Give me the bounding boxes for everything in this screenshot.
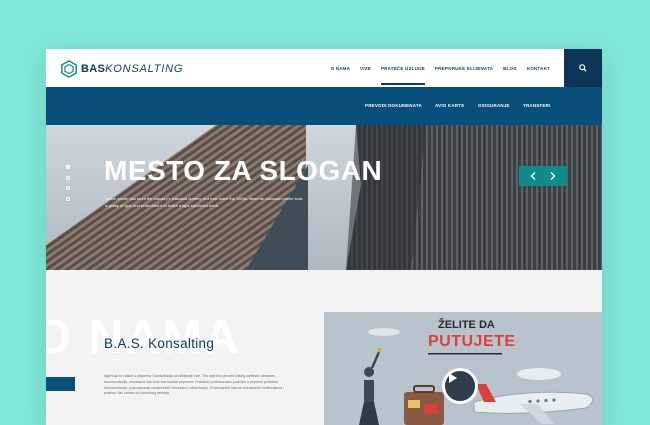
logo-text-bold: BAS [81,63,106,75]
nav-item-blog[interactable]: BLOG [503,66,517,71]
hero-slider: MESTO ZA SLOGAN Lorem Ipsum has been the… [46,125,602,270]
hero-text: Lorem Ipsum has been the industry's stan… [105,196,303,208]
slider-prev-button[interactable] [525,168,541,184]
about-title: B.A.S. Konsalting [104,336,215,351]
main-navigation: O NAMA VIZE PRATEĆE USLUGE PREPORUKE KLI… [321,66,550,85]
slider-arrows [519,166,567,186]
decorative-teal-block [46,377,75,391]
slider-next-button[interactable] [545,168,561,184]
slider-dots [66,165,70,207]
media-heading-line1: ŽELITE DA [438,319,495,331]
submenu-osiguranje[interactable]: OSIGURANJE [478,103,510,108]
nav-item-preporuke[interactable]: PREPORUKE KLIJENATA [435,66,493,71]
nav-item-o-nama[interactable]: O NAMA [331,66,350,71]
slider-dot-1[interactable] [66,165,70,169]
submenu-prevodi[interactable]: PREVODI DOKUMENATA [365,103,422,108]
logo[interactable]: BAS KONSALTING [60,60,183,78]
logo-hexagon-icon [61,60,77,78]
play-button[interactable] [442,368,478,404]
video-thumbnail[interactable]: ŽELITE DA PUTUJETE [324,312,602,425]
nav-item-vize[interactable]: VIZE [360,66,371,71]
browser-frame: BAS KONSALTING O NAMA VIZE PRATEĆE USLUG… [46,49,602,425]
submenu-bar: PREVODI DOKUMENATA AVIO KARTE OSIGURANJE… [46,87,602,125]
chevron-right-icon [550,172,556,180]
hero-title: MESTO ZA SLOGAN [104,155,383,186]
submenu-transferi[interactable]: TRANSFERI [523,103,551,108]
media-heading-line2: PUTUJETE [428,333,516,350]
nav-item-kontakt[interactable]: KONTAKT [527,66,550,71]
slider-dot-4[interactable] [66,196,70,201]
site-header: BAS KONSALTING O NAMA VIZE PRATEĆE USLUG… [46,49,602,87]
slider-dot-3[interactable] [66,186,70,190]
slider-dot-2[interactable] [66,175,70,180]
play-icon [449,373,457,383]
logo-text-light: KONSALTING [105,63,184,75]
submenu-avio-karte[interactable]: AVIO KARTE [435,103,464,108]
about-text: Agencija se nalazi u priprema i konsulta… [104,374,284,396]
nav-item-pratece-usluge[interactable]: PRATEĆE USLUGE [380,66,425,85]
search-button[interactable] [564,49,602,87]
search-icon [579,64,587,72]
chevron-left-icon [530,172,536,180]
